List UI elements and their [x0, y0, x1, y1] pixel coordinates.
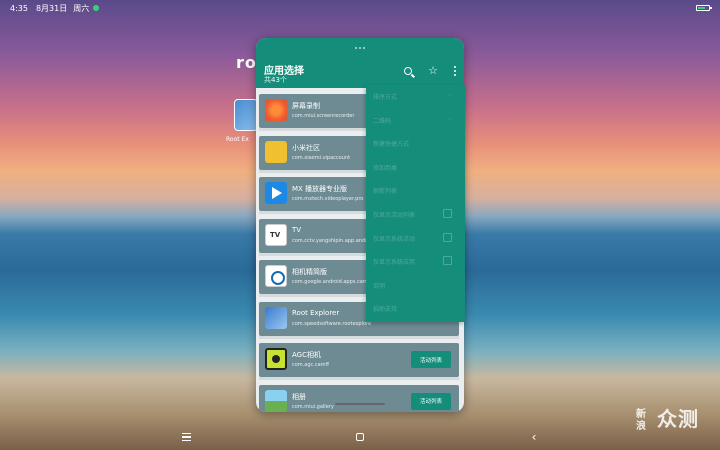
root-explorer-home-label: Root Ex [226, 136, 249, 143]
chevron-right-icon: › [448, 92, 451, 99]
navigation-bar: ‹ [0, 424, 720, 450]
menu-item-label: 捐助支持 [373, 306, 398, 314]
menu-item-label: 添加到桌 [373, 164, 398, 172]
app-package: com.mxtech.videoplayer.pro [292, 196, 364, 202]
checkbox[interactable] [443, 232, 452, 242]
screen-recorder-icon [265, 99, 287, 121]
agc-camera-icon [265, 348, 287, 370]
menu-item-label: 仅显示活动列表 [373, 212, 416, 219]
chevron-right-icon: › [448, 115, 451, 123]
search-icon[interactable] [401, 64, 415, 78]
menu-item-label: 刷新列表 [373, 188, 398, 196]
app-package: com.google.android.apps.camera [292, 279, 376, 285]
app-header: 应用选择 共43个 ☆ [256, 38, 464, 88]
app-package: com.miui.screenrecorder [292, 113, 355, 119]
app-list-item[interactable]: 相册 com.miui.gallery 活动列表 [259, 384, 459, 412]
app-package: com.agc.camff [292, 362, 329, 368]
overflow-menu: 排序方式 › 二维码 › 新建快捷方式 添加到桌刷新列表仅显示活动列表 仅显示系统活动 仅显示… [366, 85, 465, 322]
camera-lite-icon [265, 265, 287, 287]
app-name: Root Explorer [292, 308, 340, 317]
star-icon[interactable]: ☆ [426, 64, 440, 78]
menu-item[interactable]: 仅显示活动列表 [366, 203, 465, 226]
status-date: 8月31日 [35, 3, 68, 13]
app-name: 相册 [292, 392, 306, 401]
menu-item-label: 说明 [373, 282, 386, 290]
back-icon[interactable]: ‹ [527, 430, 541, 444]
menu-item[interactable]: 二维码 › [366, 109, 465, 132]
menu-item[interactable]: 仅显示系统应用 [366, 250, 465, 273]
menu-item[interactable]: 捐助支持 [366, 297, 465, 320]
checkbox[interactable] [443, 209, 452, 218]
menu-item[interactable]: 刷新列表 [366, 179, 465, 202]
watermark: 新浪 众测 [636, 403, 699, 433]
menu-item-label: 仅显示系统活动 [373, 235, 416, 243]
app-name: TV [292, 225, 302, 234]
window-bottom-handle[interactable] [335, 403, 385, 405]
app-count: 共43个 [264, 76, 287, 84]
app-name: 屏幕录制 [292, 102, 320, 110]
app-name: 相机精简版 [292, 268, 327, 276]
window-drag-handle[interactable] [355, 47, 365, 49]
root-explorer-home-icon[interactable] [234, 99, 258, 131]
app-name: MX 播放器专业版 [292, 185, 348, 193]
activity-list-button[interactable]: 活动列表 [411, 392, 451, 410]
tv-icon [265, 223, 287, 246]
app-package: com.cctv.yangshipin.app.androi [292, 237, 372, 244]
battery-icon [696, 5, 712, 11]
app-name: 小米社区 [292, 143, 320, 152]
gallery-icon [265, 389, 287, 412]
menu-item[interactable]: 排序方式 › [366, 85, 465, 108]
menu-item-label: 二维码 [373, 117, 392, 125]
menu-item[interactable]: 说明 [366, 274, 465, 297]
status-bar: 4:35 8月31日 周六 [0, 0, 720, 16]
status-time: 4:35 [10, 3, 28, 13]
app-list-item[interactable]: AGC相机 com.agc.camff 活动列表 [259, 343, 459, 380]
menu-item-label: 排序方式 [373, 94, 398, 101]
app-package: com.xiaomi.vipaccount [292, 154, 351, 161]
menu-item-label: 仅显示系统应用 [373, 259, 416, 267]
status-weekday: 周六 [73, 3, 90, 13]
watermark-large: 众测 [657, 407, 699, 431]
root-explorer-icon [265, 306, 287, 329]
activity-list-button[interactable]: 活动列表 [411, 351, 451, 368]
menu-item[interactable]: 新建快捷方式 [366, 132, 465, 155]
menu-item-label: 新建快捷方式 [373, 141, 410, 149]
menu-item[interactable]: 添加到桌 [366, 156, 465, 179]
app-name: AGC相机 [292, 351, 321, 359]
recents-menu-icon[interactable] [179, 430, 193, 444]
notification-dot-icon [93, 5, 100, 11]
home-icon[interactable] [353, 430, 367, 444]
app-package: com.miui.gallery [292, 403, 334, 410]
more-options-icon[interactable] [448, 64, 462, 78]
mx-player-icon [265, 182, 287, 204]
community-icon [265, 140, 287, 163]
menu-item[interactable]: 仅显示系统活动 [366, 227, 465, 250]
checkbox[interactable] [443, 256, 452, 266]
watermark-small: 新浪 [636, 408, 647, 432]
app-package: com.speedsoftware.rootexplore [292, 320, 372, 327]
